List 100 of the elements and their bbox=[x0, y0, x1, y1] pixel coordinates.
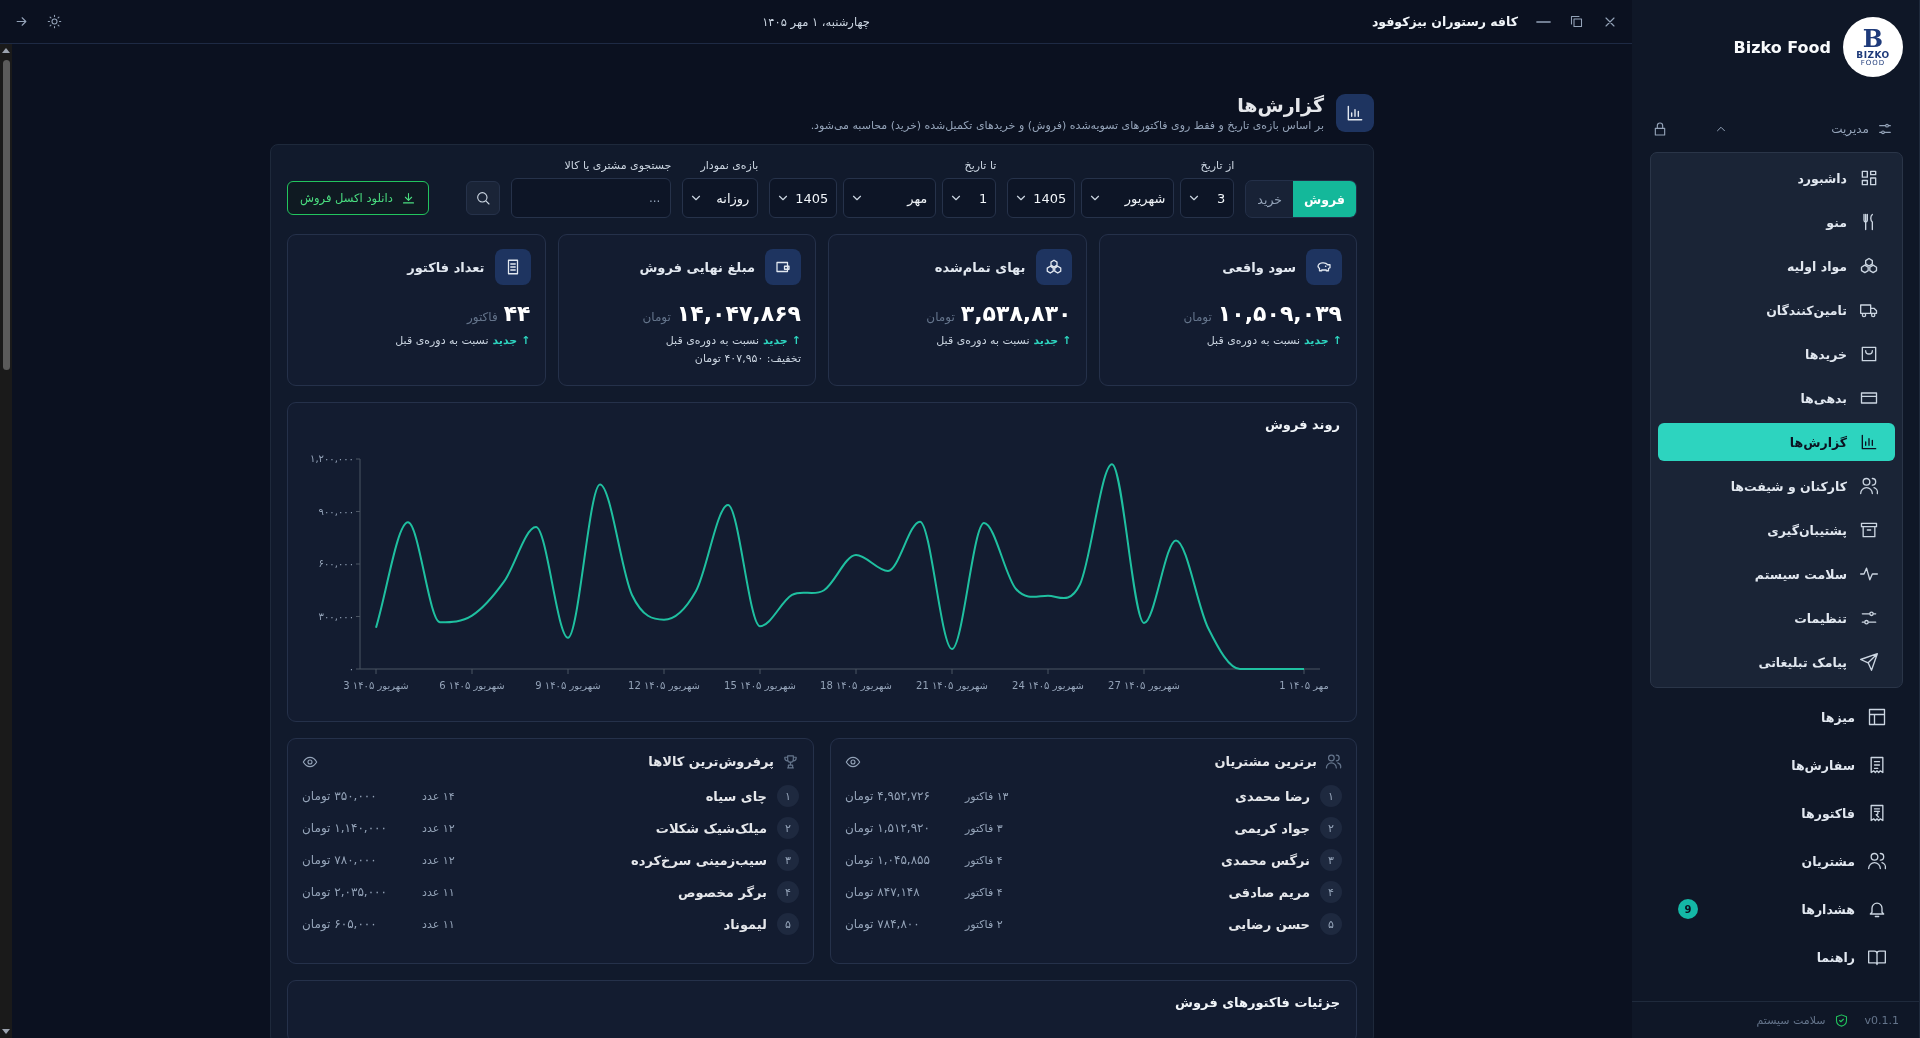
item-count: ۱۳ فاکتور bbox=[965, 789, 1009, 803]
nav-item[interactable]: بدهی‌ها bbox=[1658, 379, 1895, 417]
nav-item[interactable]: گزارش‌ها bbox=[1658, 423, 1895, 461]
nav-item[interactable]: میزها bbox=[1650, 698, 1903, 736]
item-amount: ۷۸۰,۰۰۰ تومان bbox=[302, 853, 378, 867]
item-name: مریم صادقی bbox=[1228, 884, 1310, 900]
sun-icon bbox=[47, 14, 62, 29]
export-button[interactable]: دانلود اکسل فروش bbox=[287, 181, 429, 215]
rank-number: ۳ bbox=[777, 849, 799, 871]
trend-label: جدید bbox=[492, 334, 518, 347]
stat-value: ۴۴ bbox=[503, 301, 531, 326]
dropdown[interactable]: 1405 bbox=[769, 178, 838, 218]
brand-name: Bizko Food bbox=[1733, 37, 1831, 57]
nav-item[interactable]: مشتریان bbox=[1650, 842, 1903, 880]
scrollbar[interactable] bbox=[0, 44, 12, 1038]
item-amount: ۸۴۷,۱۴۸ تومان bbox=[845, 885, 921, 899]
item-amount: ۶۰۵,۰۰۰ تومان bbox=[302, 917, 378, 931]
field-label: جستجوی مشتری یا کالا bbox=[564, 159, 672, 172]
dropdown[interactable]: مهر bbox=[843, 178, 937, 218]
rank-number: ۴ bbox=[1320, 881, 1342, 903]
rank-number: ۱ bbox=[777, 785, 799, 807]
trend-arrow: ↑ bbox=[1062, 334, 1072, 347]
dropdown[interactable]: 1 bbox=[942, 178, 997, 218]
item-count: ۴ فاکتور bbox=[965, 885, 1003, 899]
item-amount: ۲,۰۳۵,۰۰۰ تومان bbox=[302, 885, 388, 899]
back-button[interactable] bbox=[14, 14, 29, 29]
restore-button[interactable] bbox=[1569, 14, 1584, 29]
x-tick-label: 9 شهریور ۱۴۰۵ bbox=[535, 680, 601, 691]
nav-item[interactable]: سفارش‌ها bbox=[1650, 746, 1903, 784]
users-icon bbox=[1325, 753, 1342, 770]
logo-letter: B bbox=[1862, 27, 1884, 51]
users-icon bbox=[1859, 476, 1879, 496]
dropdown[interactable]: 1405 bbox=[1007, 178, 1076, 218]
item-amount: ۱,۰۴۵,۸۵۵ تومان bbox=[845, 853, 931, 867]
shield-check-icon bbox=[1833, 1012, 1849, 1028]
x-tick-label: 1 مهر ۱۴۰۵ bbox=[1279, 680, 1329, 691]
trend-text: نسبت به دوره‌ی قبل bbox=[1206, 334, 1300, 347]
group-header[interactable]: مدیریت bbox=[1632, 116, 1919, 142]
nav-item[interactable]: تامین‌کنندگان bbox=[1658, 291, 1895, 329]
cubes-icon bbox=[1044, 258, 1063, 276]
y-tick-label: ۳۰۰,۰۰۰ bbox=[318, 610, 354, 622]
stat-unit: تومان bbox=[1183, 310, 1212, 324]
restore-icon bbox=[1569, 14, 1584, 29]
trend-arrow: ↑ bbox=[521, 334, 531, 347]
trophy-icon bbox=[782, 753, 799, 770]
search-button[interactable] bbox=[466, 181, 501, 215]
item-name: سیب‌زمینی سرخ‌کرده bbox=[631, 852, 767, 868]
nav-item[interactable]: مواد اولیه bbox=[1658, 247, 1895, 285]
x-tick-label: 27 شهریور ۱۴۰۵ bbox=[1108, 680, 1180, 691]
archive-icon bbox=[1859, 520, 1879, 540]
item-name: لیموناد bbox=[723, 916, 767, 932]
nav-item[interactable]: فاکتورها bbox=[1650, 794, 1903, 832]
rank-number: ۳ bbox=[1320, 849, 1342, 871]
rank-number: ۲ bbox=[777, 817, 799, 839]
nav-item[interactable]: داشبورد bbox=[1658, 159, 1895, 197]
x-tick-label: 15 شهریور ۱۴۰۵ bbox=[724, 680, 796, 691]
chart-title: روند فروش bbox=[1263, 417, 1340, 434]
nav-item[interactable]: خریدها bbox=[1658, 335, 1895, 373]
stat-unit: تومان bbox=[642, 310, 671, 324]
nav-item[interactable]: پیامک تبلیغاتی bbox=[1658, 643, 1895, 681]
nav-item[interactable]: تنظیمات bbox=[1658, 599, 1895, 637]
toggle-option[interactable]: خرید bbox=[1246, 181, 1293, 217]
nav-item[interactable]: سلامت سیستم bbox=[1658, 555, 1895, 593]
x-tick-label: 6 شهریور ۱۴۰۵ bbox=[439, 680, 505, 691]
rank-number: ۴ bbox=[777, 881, 799, 903]
item-count: ۱۲ عدد bbox=[422, 821, 455, 835]
x-tick-label: 12 شهریور ۱۴۰۵ bbox=[628, 680, 700, 691]
app-title: کافه رستوران بیزکوفود bbox=[1371, 14, 1518, 29]
item-count: ۱۴ عدد bbox=[422, 789, 455, 803]
item-count: ۴ فاکتور bbox=[965, 853, 1003, 867]
cubes-icon bbox=[1859, 256, 1879, 276]
dropdown[interactable]: 3 bbox=[1180, 178, 1235, 218]
minimize-button[interactable] bbox=[1536, 19, 1551, 24]
discount-note: تخفیف: ۴۰۷,۹۵۰ تومان bbox=[693, 352, 801, 365]
field-label: بازه‌ی نمودار bbox=[700, 159, 759, 172]
page-subtitle: بر اساس بازه‌ی تاریخ و فقط روی فاکتورهای تسویه‌شده (فروش) و خریدهای تکمیل‌شده (خرید) محاسبه می‌شود. bbox=[810, 119, 1324, 132]
nav-item[interactable]: راهنما bbox=[1650, 938, 1903, 976]
nav-item[interactable]: کارکنان و شیفت‌ها bbox=[1658, 467, 1895, 505]
item-name: برگر مخصوص bbox=[678, 884, 767, 900]
x-tick-label: 3 شهریور ۱۴۰۵ bbox=[343, 680, 409, 691]
logo-wordmark: BIZKO bbox=[1856, 51, 1890, 60]
x-tick-label: 24 شهریور ۱۴۰۵ bbox=[1012, 680, 1084, 691]
theme-button[interactable] bbox=[47, 14, 62, 29]
item-name: نرگس محمدی bbox=[1221, 852, 1310, 868]
search-field[interactable]: ... bbox=[511, 178, 672, 218]
item-amount: ۱,۱۴۰,۰۰۰ تومان bbox=[302, 821, 388, 835]
page-title: گزارش‌ها bbox=[1236, 94, 1324, 116]
item-count: ۱۲ عدد bbox=[422, 853, 455, 867]
dropdown[interactable]: شهریور bbox=[1081, 178, 1175, 218]
x-tick-label: 21 شهریور ۱۴۰۵ bbox=[916, 680, 988, 691]
nav-item[interactable]: پشتیبان‌گیری bbox=[1658, 511, 1895, 549]
dropdown[interactable]: روزانه bbox=[682, 178, 759, 218]
count-badge: 9 bbox=[1678, 899, 1698, 919]
card-title: جزئیات فاکتورهای فروش bbox=[1174, 995, 1340, 1012]
stat-value: ۳,۵۳۸,۸۳۰ bbox=[960, 301, 1072, 326]
stat-title: مبلغ نهایی فروش bbox=[639, 259, 755, 275]
trend-text: نسبت به دوره‌ی قبل bbox=[395, 334, 489, 347]
grid-icon bbox=[1859, 168, 1879, 188]
nav-item[interactable]: منو bbox=[1658, 203, 1895, 241]
field-label: تا تاریخ bbox=[964, 159, 997, 172]
